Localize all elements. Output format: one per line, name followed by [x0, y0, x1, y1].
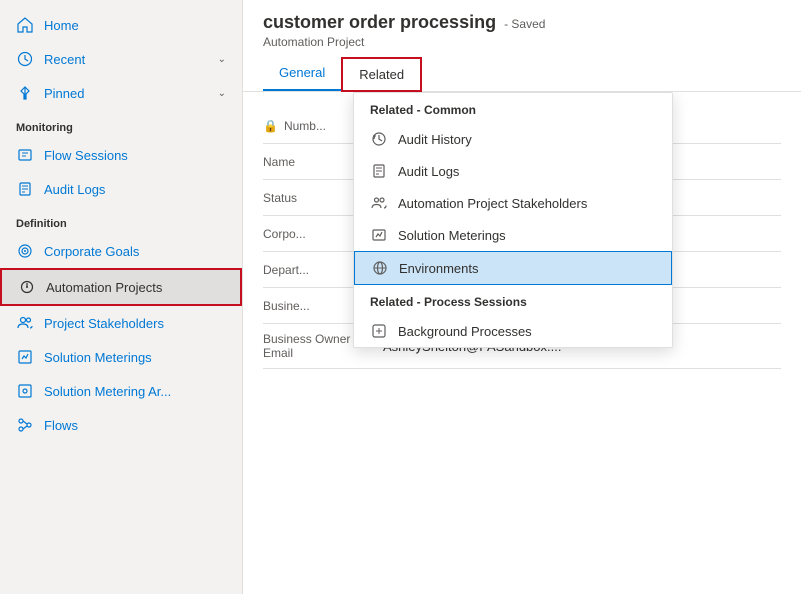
sidebar-item-project-stakeholders-label: Project Stakeholders: [44, 316, 226, 331]
recent-chevron: ⌄: [218, 54, 226, 65]
dropdown-section-process: Related - Process Sessions: [354, 285, 672, 315]
sidebar-item-project-stakeholders[interactable]: Project Stakeholders: [0, 306, 242, 340]
sidebar-item-pinned-label: Pinned: [44, 86, 208, 101]
sidebar-item-solution-metering-ar-label: Solution Metering Ar...: [44, 384, 226, 399]
dropdown-audit-logs-icon: [370, 162, 388, 180]
sidebar-item-home[interactable]: Home: [0, 8, 242, 42]
sidebar-item-recent[interactable]: Recent ⌄: [0, 42, 242, 76]
corporate-goals-icon: [16, 242, 34, 260]
project-stakeholders-icon: [16, 314, 34, 332]
audit-logs-icon: [16, 180, 34, 198]
recent-icon: [16, 50, 34, 68]
saved-status: - Saved: [504, 17, 545, 31]
sidebar-item-automation-projects-label: Automation Projects: [46, 280, 224, 295]
home-icon: [16, 16, 34, 34]
pinned-chevron: ⌄: [218, 88, 226, 99]
sidebar-item-recent-label: Recent: [44, 52, 208, 67]
tab-general[interactable]: General: [263, 57, 341, 91]
sidebar-item-flows[interactable]: Flows: [0, 408, 242, 442]
dropdown-item-automation-project-stakeholders[interactable]: Automation Project Stakeholders: [354, 187, 672, 219]
background-processes-icon: [370, 322, 388, 340]
sidebar-item-corporate-goals-label: Corporate Goals: [44, 244, 226, 259]
content-area: 🔒Numb... Name ...ing Status Corpo... ...…: [243, 92, 801, 594]
sidebar-item-pinned[interactable]: Pinned ⌄: [0, 76, 242, 110]
sidebar-item-automation-projects[interactable]: Automation Projects: [0, 268, 242, 306]
page-header: customer order processing - Saved Automa…: [243, 0, 801, 92]
dropdown-item-environments[interactable]: Environments: [354, 251, 672, 285]
dropdown-item-audit-history[interactable]: Audit History: [354, 123, 672, 155]
sidebar-item-solution-meterings-label: Solution Meterings: [44, 350, 226, 365]
sidebar-item-flow-sessions-label: Flow Sessions: [44, 148, 226, 163]
dropdown-item-automation-stakeholders-label: Automation Project Stakeholders: [398, 196, 587, 211]
automation-projects-icon: [18, 278, 36, 296]
dropdown-item-audit-logs-label: Audit Logs: [398, 164, 459, 179]
solution-meterings-icon: [16, 348, 34, 366]
dropdown-item-solution-meterings[interactable]: Solution Meterings: [354, 219, 672, 251]
dropdown-solution-meterings-icon: [370, 226, 388, 244]
sidebar-item-solution-meterings[interactable]: Solution Meterings: [0, 340, 242, 374]
page-subtitle: Automation Project: [263, 35, 781, 49]
sidebar: Home Recent ⌄ Pinned ⌄ Monitoring Flow S…: [0, 0, 243, 594]
dropdown-item-audit-history-label: Audit History: [398, 132, 472, 147]
sidebar-item-home-label: Home: [44, 18, 226, 33]
audit-history-icon: [370, 130, 388, 148]
tab-related[interactable]: Related: [341, 57, 422, 92]
dropdown-stakeholders-icon: [370, 194, 388, 212]
dropdown-section-common: Related - Common: [354, 93, 672, 123]
section-monitoring: Monitoring: [0, 110, 242, 138]
flows-icon: [16, 416, 34, 434]
environments-globe-icon: [371, 259, 389, 277]
dropdown-item-background-processes-label: Background Processes: [398, 324, 532, 339]
flow-sessions-icon: [16, 146, 34, 164]
sidebar-item-audit-logs[interactable]: Audit Logs: [0, 172, 242, 206]
dropdown-item-solution-meterings-label: Solution Meterings: [398, 228, 506, 243]
section-definition: Definition: [0, 206, 242, 234]
page-title: customer order processing: [263, 12, 496, 33]
sidebar-item-corporate-goals[interactable]: Corporate Goals: [0, 234, 242, 268]
sidebar-item-solution-metering-ar[interactable]: Solution Metering Ar...: [0, 374, 242, 408]
lock-icon: 🔒: [263, 119, 278, 133]
dropdown-item-background-processes[interactable]: Background Processes: [354, 315, 672, 347]
tab-bar: General Related: [263, 57, 781, 91]
related-dropdown-menu: Related - Common Audit History Audit Log…: [353, 92, 673, 348]
sidebar-item-flows-label: Flows: [44, 418, 226, 433]
sidebar-item-audit-logs-label: Audit Logs: [44, 182, 226, 197]
pinned-icon: [16, 84, 34, 102]
main-content: customer order processing - Saved Automa…: [243, 0, 801, 594]
dropdown-item-audit-logs[interactable]: Audit Logs: [354, 155, 672, 187]
sidebar-item-flow-sessions[interactable]: Flow Sessions: [0, 138, 242, 172]
solution-metering-ar-icon: [16, 382, 34, 400]
dropdown-item-environments-label: Environments: [399, 261, 478, 276]
